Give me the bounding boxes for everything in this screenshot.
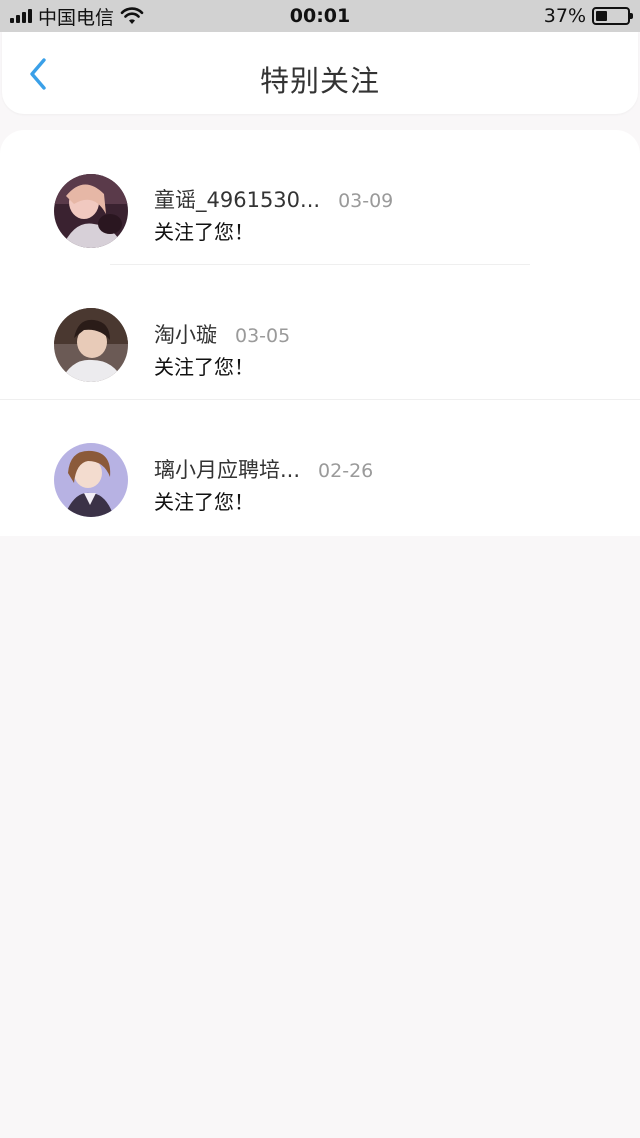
follow-message: 关注了您！ — [154, 355, 254, 379]
wifi-icon — [120, 7, 144, 24]
follow-date: 03-09 — [338, 190, 394, 212]
name-row: 童谣_4961530... 03-09 — [154, 184, 393, 214]
user-name: 淘小璇 — [154, 323, 217, 347]
status-right: 37% — [543, 5, 633, 27]
follow-date: 03-05 — [235, 325, 291, 347]
status-left: 中国电信 — [10, 3, 144, 30]
nav-bar: 特别关注 — [2, 32, 638, 114]
user-name: 童谣_4961530... — [154, 188, 321, 212]
battery-icon — [592, 7, 633, 25]
user-name: 璃小月应聘培... — [154, 458, 301, 482]
name-row: 璃小月应聘培... 02-26 — [154, 454, 373, 484]
list-item[interactable]: 璃小月应聘培... 02-26 关注了您！ — [0, 400, 640, 534]
battery-percent: 37% — [543, 5, 586, 27]
name-row: 淘小璇 03-05 — [154, 319, 290, 349]
follow-message: 关注了您！ — [154, 220, 254, 244]
page-title: 特别关注 — [259, 64, 380, 98]
battery-level — [596, 11, 608, 21]
carrier-label: 中国电信 — [38, 6, 115, 29]
special-follow-list: 童谣_4961530... 03-09 关注了您！ 淘小璇 03-05 关注了您… — [0, 130, 640, 536]
follow-date: 02-26 — [318, 460, 374, 482]
avatar[interactable] — [54, 443, 128, 517]
avatar[interactable] — [54, 308, 128, 382]
signal-icon — [10, 9, 32, 23]
list-item[interactable]: 淘小璇 03-05 关注了您！ — [0, 265, 640, 399]
status-bar: 中国电信 00:01 37% — [0, 0, 640, 32]
follow-message: 关注了您！ — [154, 490, 254, 514]
list-item[interactable]: 童谣_4961530... 03-09 关注了您！ — [0, 130, 640, 264]
avatar[interactable] — [54, 174, 128, 248]
